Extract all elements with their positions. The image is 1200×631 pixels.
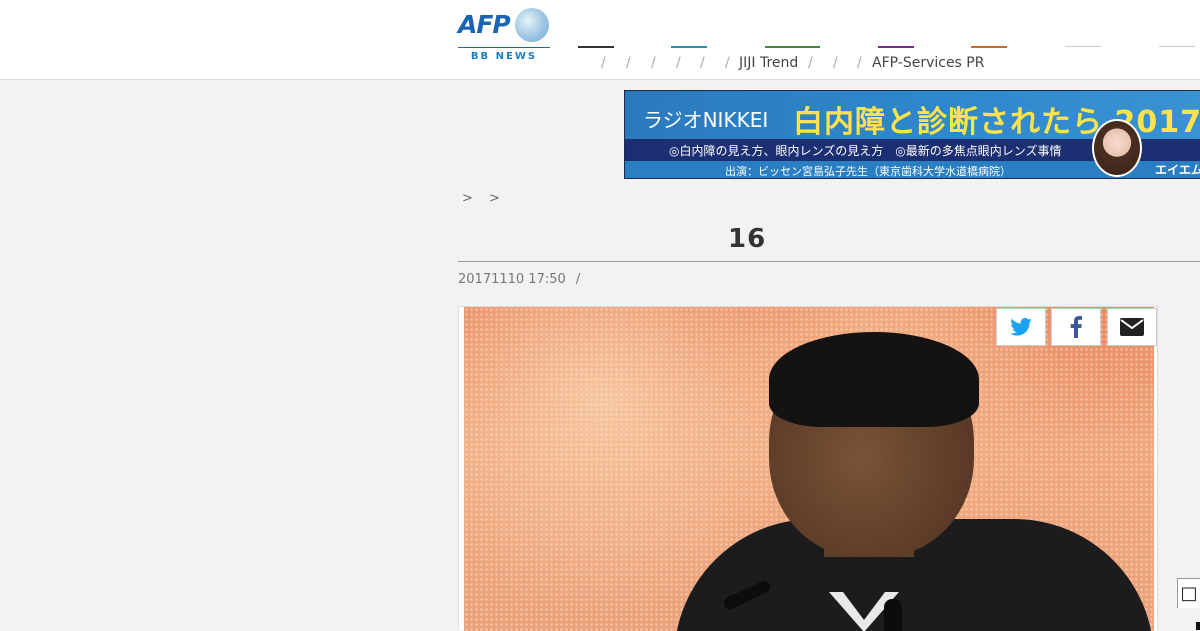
article-meta: 20171110 17:50 /: [458, 272, 580, 287]
twitter-icon: [1010, 318, 1032, 336]
side-widget-marker: [1196, 622, 1200, 630]
nav-separator: /: [808, 55, 813, 71]
share-facebook-button[interactable]: [1051, 308, 1101, 346]
nav-category-bar-1[interactable]: [578, 46, 614, 48]
banner-subtext-2: 出演：ビッセン宮島弘子先生（東京歯科大学水道橋病院）: [725, 165, 1011, 178]
banner-corner-text: エイエム: [1155, 163, 1200, 177]
nav-link-jiji-trend[interactable]: JIJI Trend: [739, 55, 798, 71]
nav-separator: /: [651, 55, 656, 71]
site-header: AFP BB NEWS / / / / / / JIJI Trend / / /…: [0, 0, 1200, 80]
share-email-button[interactable]: [1107, 308, 1157, 346]
nav-separator: /: [857, 55, 862, 71]
nav-category-bar-2[interactable]: [671, 46, 707, 48]
facebook-icon: [1070, 316, 1082, 338]
nav-separator: /: [601, 55, 606, 71]
nav-separator: /: [626, 55, 631, 71]
logo-wordmark: AFP: [458, 10, 511, 39]
article-photo[interactable]: [464, 307, 1154, 631]
share-twitter-button[interactable]: [996, 308, 1046, 346]
nav-separator: /: [725, 55, 730, 71]
logo-subtitle: BB NEWS: [470, 51, 538, 62]
advertisement-banner[interactable]: ラジオNIKKEI 白内障と診断されたら 2017 ◎白内障の見え方、眼内レンズ…: [624, 90, 1200, 179]
meta-separator: /: [575, 272, 581, 287]
nav-category-bar-3[interactable]: [765, 46, 820, 48]
afp-bb-news-logo[interactable]: AFP BB NEWS: [458, 8, 550, 68]
logo-divider: [458, 47, 550, 48]
article-date: 20171110 17:50: [458, 272, 566, 287]
banner-subtext-1: ◎白内障の見え方、眼内レンズの見え方 ◎最新の多焦点眼内レンズ事情: [669, 144, 1062, 158]
nav-separator: /: [700, 55, 705, 71]
side-widget-tab[interactable]: □: [1177, 578, 1200, 608]
nav-link-afp-services-pr[interactable]: AFP-Services PR: [872, 55, 984, 71]
nav-category-bar-5[interactable]: [971, 46, 1007, 48]
photo-subject-hair: [769, 332, 979, 427]
article-photo-frame: [458, 306, 1158, 631]
title-divider: [458, 261, 1200, 262]
email-icon: [1120, 318, 1144, 336]
globe-icon: [515, 8, 549, 42]
article-title: 16: [458, 224, 1064, 254]
nav-category-bar-4[interactable]: [878, 46, 914, 48]
banner-brand: ラジオNIKKEI: [643, 108, 769, 132]
breadcrumb[interactable]: > >: [462, 191, 506, 206]
nav-separator: /: [676, 55, 681, 71]
nav-separator: /: [833, 55, 838, 71]
microphone: [884, 599, 902, 631]
banner-portrait: [1092, 119, 1142, 177]
nav-category-bar-7[interactable]: [1159, 46, 1195, 47]
nav-category-bar-6[interactable]: [1065, 46, 1101, 47]
